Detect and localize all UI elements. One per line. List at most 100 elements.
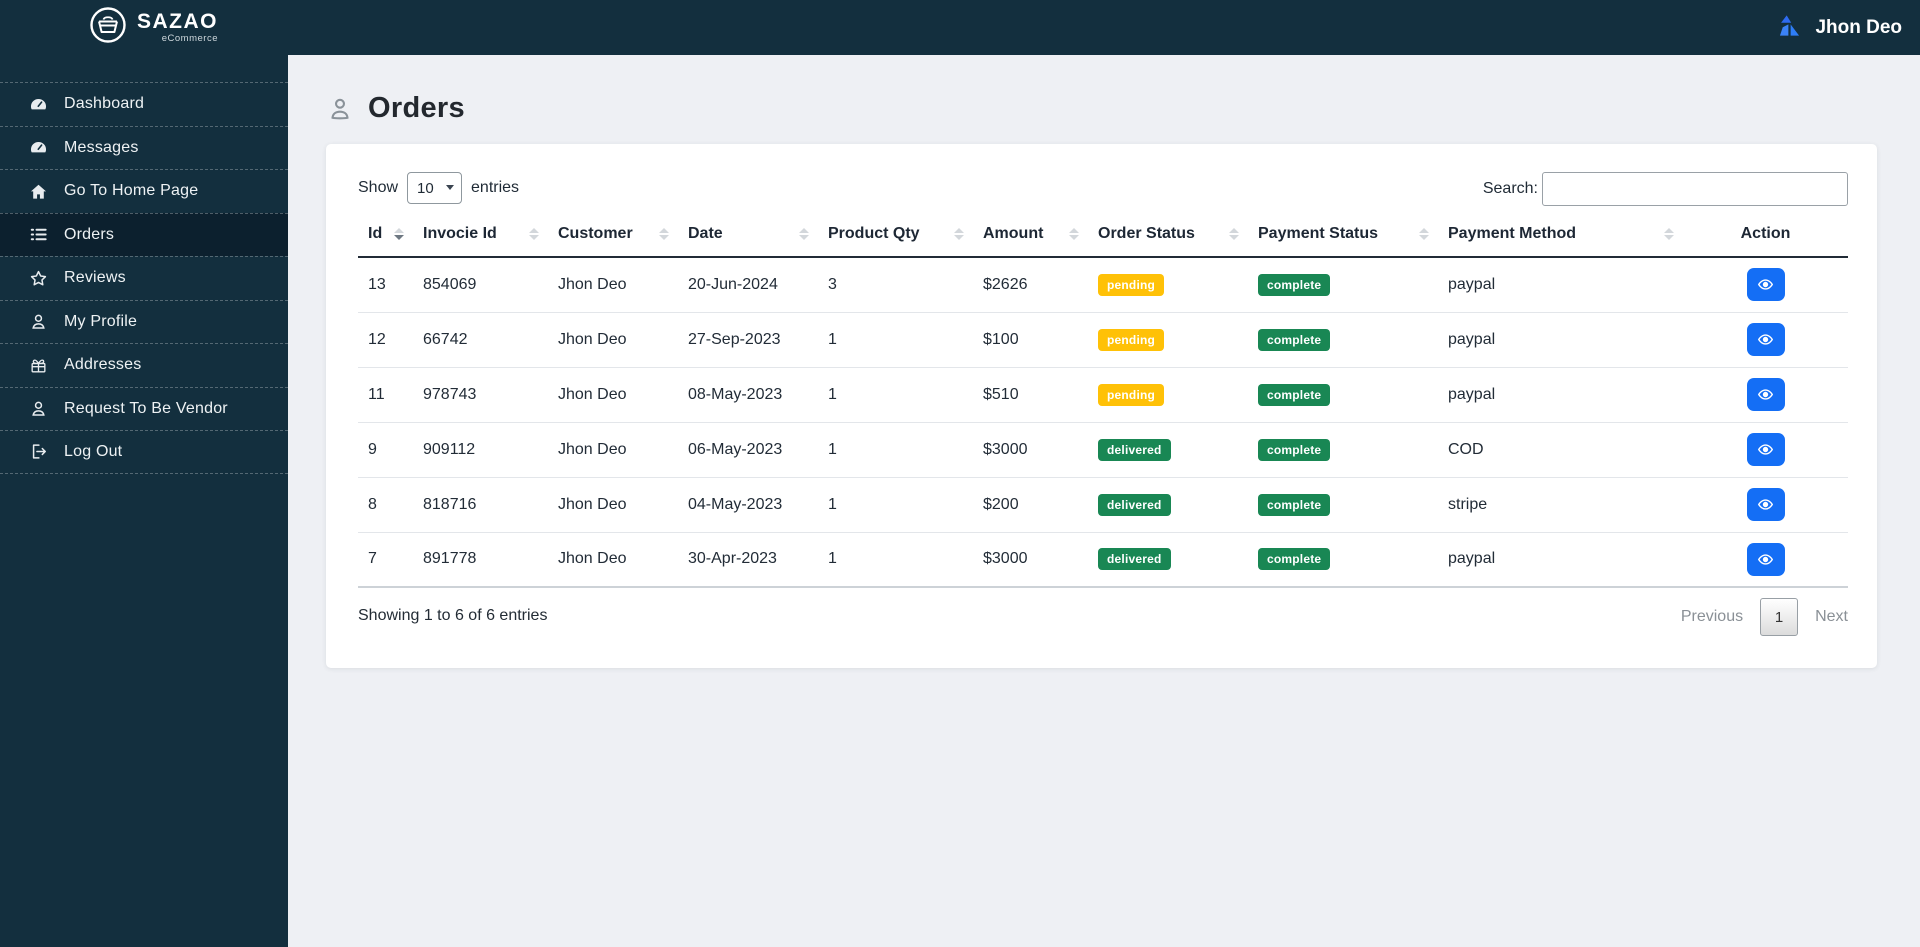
sidebar-item-label: Orders (64, 225, 115, 243)
col-header-label: Order Status (1098, 225, 1195, 242)
col-header-label: Amount (983, 225, 1044, 242)
sidebar-item-addresses[interactable]: Addresses (0, 343, 288, 387)
cell-order-status: delivered (1088, 532, 1248, 588)
list-icon (29, 225, 48, 244)
cell-date: 30-Apr-2023 (678, 532, 818, 588)
sort-icon (529, 228, 539, 240)
logout-icon (29, 442, 48, 461)
view-order-button[interactable] (1746, 488, 1785, 521)
col-header-product-qty[interactable]: Product Qty (818, 212, 973, 258)
star-icon (29, 269, 48, 288)
cell-id: 13 (358, 257, 413, 313)
show-label: Show (358, 179, 399, 196)
cell-payment-status: complete (1248, 312, 1438, 368)
cell-customer: Jhon Deo (548, 312, 678, 368)
brand-logo[interactable]: SAZAO eCommerce (88, 5, 218, 50)
sidebar-item-log-out[interactable]: Log Out (0, 430, 288, 474)
basket-logo-icon (88, 5, 128, 50)
sidebar-item-label: Messages (64, 138, 139, 156)
sidebar-item-dashboard[interactable]: Dashboard (0, 82, 288, 126)
sidebar-item-orders[interactable]: Orders (0, 212, 288, 256)
view-order-button[interactable] (1746, 268, 1785, 302)
col-header-date[interactable]: Date (678, 212, 818, 258)
view-order-button[interactable] (1746, 542, 1785, 576)
order-status-badge: pending (1098, 328, 1165, 351)
sidebar-item-label: Addresses (64, 356, 142, 374)
table-row: 7 891778 Jhon Deo 30-Apr-2023 1 $3000 de… (358, 532, 1848, 588)
orders-card: Show 10 entries Search: Id Invocie Id Cu… (326, 144, 1877, 668)
table-row: 12 66742 Jhon Deo 27-Sep-2023 1 $100 pen… (358, 312, 1848, 368)
search-input[interactable] (1542, 172, 1848, 206)
entries-info: Showing 1 to 6 of 6 entries (358, 607, 548, 624)
col-header-label: Invocie Id (423, 225, 497, 242)
cell-customer: Jhon Deo (548, 367, 678, 423)
gift-icon (29, 356, 48, 375)
cell-invoice-id: 978743 (413, 367, 548, 423)
col-header-payment-method[interactable]: Payment Method (1438, 212, 1683, 258)
order-status-badge: delivered (1098, 438, 1171, 461)
user-name: Jhon Deo (1815, 16, 1902, 38)
cell-qty: 1 (818, 532, 973, 588)
entries-select[interactable]: 10 (407, 172, 463, 204)
cell-order-status: pending (1088, 367, 1248, 423)
payment-status-badge: complete (1258, 548, 1331, 571)
sidebar-item-reviews[interactable]: Reviews (0, 256, 288, 300)
cell-order-status: pending (1088, 312, 1248, 368)
orders-table: Id Invocie Id Customer Date Product Qty … (358, 212, 1848, 588)
col-header-label: Payment Method (1448, 225, 1577, 242)
cell-action (1683, 532, 1848, 588)
cell-id: 8 (358, 477, 413, 533)
user-icon (29, 399, 48, 418)
sidebar-item-go-to-home-page[interactable]: Go To Home Page (0, 169, 288, 213)
order-status-badge: delivered (1098, 548, 1171, 571)
table-footer: Showing 1 to 6 of 6 entries Previous 1 N… (358, 597, 1848, 637)
col-header-invoice-id[interactable]: Invocie Id (413, 212, 548, 258)
sort-icon (954, 228, 964, 240)
payment-status-badge: complete (1258, 438, 1331, 461)
cell-id: 11 (358, 367, 413, 423)
cell-payment-status: complete (1248, 477, 1438, 533)
view-order-button[interactable] (1746, 323, 1785, 356)
cell-qty: 1 (818, 312, 973, 368)
cell-date: 20-Jun-2024 (678, 257, 818, 313)
sidebar-item-messages[interactable]: Messages (0, 125, 288, 170)
view-order-button[interactable] (1746, 378, 1785, 411)
col-header-label: Product Qty (828, 225, 920, 242)
payment-status-badge: complete (1258, 493, 1331, 516)
cell-payment-method: paypal (1438, 532, 1683, 588)
sort-icon (1664, 228, 1674, 240)
page-title: Orders (368, 92, 465, 124)
user-icon (29, 312, 48, 331)
cell-qty: 1 (818, 477, 973, 533)
next-page-button[interactable]: Next (1815, 608, 1848, 626)
cell-payment-method: paypal (1438, 257, 1683, 313)
sidebar-item-label: My Profile (64, 312, 138, 330)
sidebar-item-my-profile[interactable]: My Profile (0, 299, 288, 344)
col-header-customer[interactable]: Customer (548, 212, 678, 258)
view-order-button[interactable] (1746, 433, 1785, 466)
top-navbar: SAZAO eCommerce Jhon Deo (0, 0, 1920, 55)
sidebar: Dashboard Messages Go To Home Page Order… (0, 55, 288, 947)
sidebar-item-label: Dashboard (64, 95, 145, 113)
order-status-badge: delivered (1098, 493, 1171, 516)
cell-invoice-id: 66742 (413, 312, 548, 368)
tachometer-icon (29, 95, 48, 114)
previous-page-button[interactable]: Previous (1681, 608, 1743, 626)
cell-invoice-id: 854069 (413, 257, 548, 313)
sidebar-item-label: Request To Be Vendor (64, 399, 228, 417)
table-row: 9 909112 Jhon Deo 06-May-2023 1 $3000 de… (358, 422, 1848, 478)
table-controls: Show 10 entries Search: (358, 172, 1848, 208)
entries-label: entries (471, 179, 520, 196)
col-header-amount[interactable]: Amount (973, 212, 1088, 258)
sidebar-item-request-to-be-vendor[interactable]: Request To Be Vendor (0, 386, 288, 431)
page-number-button[interactable]: 1 (1760, 598, 1799, 636)
cell-id: 12 (358, 312, 413, 368)
cell-action (1683, 422, 1848, 478)
cell-order-status: delivered (1088, 477, 1248, 533)
col-header-order-status[interactable]: Order Status (1088, 212, 1248, 258)
payment-status-badge: complete (1258, 328, 1331, 351)
col-header-payment-status[interactable]: Payment Status (1248, 212, 1438, 258)
col-header-id[interactable]: Id (358, 212, 413, 258)
user-menu[interactable]: Jhon Deo (1776, 0, 1902, 55)
cell-action (1683, 312, 1848, 368)
